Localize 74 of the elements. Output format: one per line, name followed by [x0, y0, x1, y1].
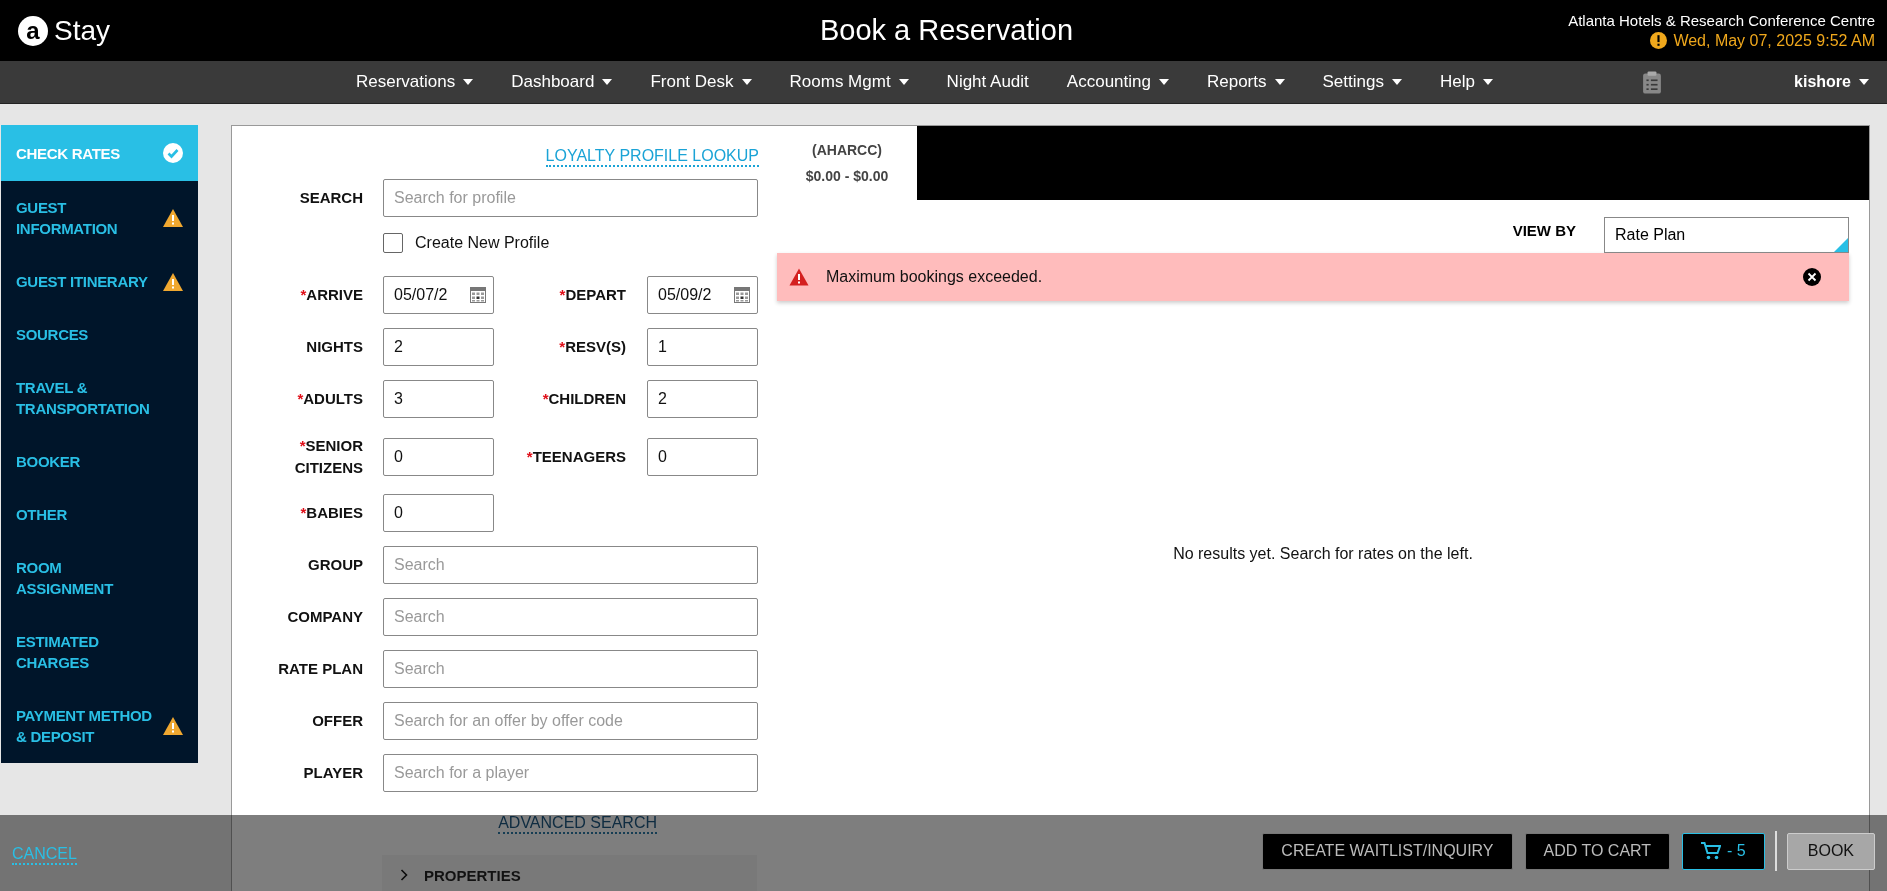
field-label: NIGHTS [305, 337, 363, 357]
field-label: *SENIOR CITIZENS [293, 436, 363, 478]
view-by-label: VIEW BY [1512, 221, 1576, 239]
field-label: GROUP [307, 555, 363, 575]
number-field[interactable]: 1 [647, 328, 758, 366]
cart-button[interactable]: - 5 [1682, 832, 1765, 870]
page-title: Book a Reservation [819, 14, 1074, 47]
empty-results-message: No results yet. Search for rates on the left. [1172, 545, 1474, 563]
footer-button[interactable]: CREATE WAITLIST/INQUIRY [1262, 832, 1513, 870]
nav-menu-item[interactable]: Help [1433, 68, 1499, 96]
logo-mark: a [18, 15, 48, 46]
field-label: *CHILDREN [541, 389, 626, 409]
user-menu[interactable]: kishore [1788, 72, 1875, 92]
search-field[interactable]: Search [383, 650, 758, 688]
properties-section[interactable]: PROPERTIES [382, 855, 757, 891]
sidebar-item[interactable]: GUEST ITINERARY [1, 255, 198, 308]
advanced-search-link[interactable]: ADVANCED SEARCH [498, 814, 657, 834]
sidebar-item[interactable]: PAYMENT METHOD & DEPOSIT [1, 689, 198, 763]
nav-menu-item[interactable]: Front Desk [644, 68, 758, 96]
date-time: Wed, May 07, 2025 9:52 AM [1673, 31, 1875, 50]
number-field[interactable]: 3 [383, 380, 494, 418]
search-field[interactable]: Search for a player [383, 754, 758, 792]
number-field[interactable]: 0 [383, 438, 494, 476]
nav-menu-item[interactable]: Settings [1316, 68, 1408, 96]
book-button[interactable]: BOOK [1786, 832, 1875, 870]
field-label: *ADULTS [296, 389, 363, 409]
field-label: COMPANY [286, 607, 363, 627]
number-field[interactable]: 2 [647, 380, 758, 418]
sidebar-item[interactable]: TRAVEL & TRANSPORTATION [1, 361, 198, 435]
number-field[interactable]: 0 [383, 494, 494, 532]
field-label: SEARCH [298, 188, 363, 208]
search-field[interactable]: Search [383, 598, 758, 636]
sidebar-item[interactable]: GUEST INFORMATION [1, 181, 198, 255]
sidebar-item[interactable]: OTHER [1, 488, 198, 541]
calendar-icon[interactable] [734, 287, 750, 303]
field-label: RATE PLAN [277, 659, 363, 679]
nav-menu-item[interactable]: Accounting [1060, 68, 1175, 96]
number-field[interactable]: 0 [647, 438, 758, 476]
nav-menu-item[interactable]: Dashboard [505, 68, 619, 96]
field-label: *DEPART [558, 285, 626, 305]
property-name: Atlanta Hotels & Research Conference Centre [1567, 11, 1875, 29]
search-field[interactable]: Search for an offer by offer code [383, 702, 758, 740]
logo-text: Stay [54, 14, 111, 47]
field-label: *BABIES [299, 503, 363, 523]
date-field[interactable]: 05/09/2 [647, 276, 758, 314]
field-label: *TEENAGERS [525, 447, 626, 467]
nav-menu-item[interactable]: Rooms Mgmt [783, 68, 915, 96]
calendar-icon[interactable] [470, 287, 486, 303]
search-field[interactable]: Search [383, 546, 758, 584]
sidebar-item[interactable]: ROOM ASSIGNMENT [1, 541, 198, 615]
profile-search-field[interactable]: Search for profile [383, 179, 758, 217]
sidebar-item[interactable]: ESTIMATED CHARGES [1, 615, 198, 689]
field-label: OFFER [311, 711, 363, 731]
warning-icon [789, 268, 809, 286]
chevron-right-icon [400, 869, 408, 881]
date-field[interactable]: 05/07/2 [383, 276, 494, 314]
sidebar-item[interactable]: SOURCES [1, 308, 198, 361]
number-field[interactable]: 2 [383, 328, 494, 366]
alert-icon [1650, 32, 1668, 49]
close-icon[interactable] [1803, 268, 1821, 286]
field-label: PLAYER [302, 763, 363, 783]
rate-tab[interactable]: (AHARCC) $0.00 - $0.00 [777, 126, 917, 200]
checkbox[interactable] [383, 233, 403, 253]
sidebar-item[interactable]: BOOKER [1, 435, 198, 488]
nav-menu-item[interactable]: Night Audit [940, 68, 1035, 96]
field-label: *ARRIVE [299, 285, 363, 305]
clipboard-icon[interactable] [1641, 69, 1662, 95]
cart-icon [1701, 842, 1722, 860]
footer-button[interactable]: ADD TO CART [1524, 832, 1671, 870]
nav-menu-item[interactable]: Reservations [350, 68, 480, 96]
checkbox-label: Create New Profile [415, 234, 550, 252]
alert-message: Maximum bookings exceeded. [826, 268, 1043, 286]
nav-menu-item[interactable]: Reports [1200, 68, 1291, 96]
field-label: *RESV(S) [558, 337, 626, 357]
